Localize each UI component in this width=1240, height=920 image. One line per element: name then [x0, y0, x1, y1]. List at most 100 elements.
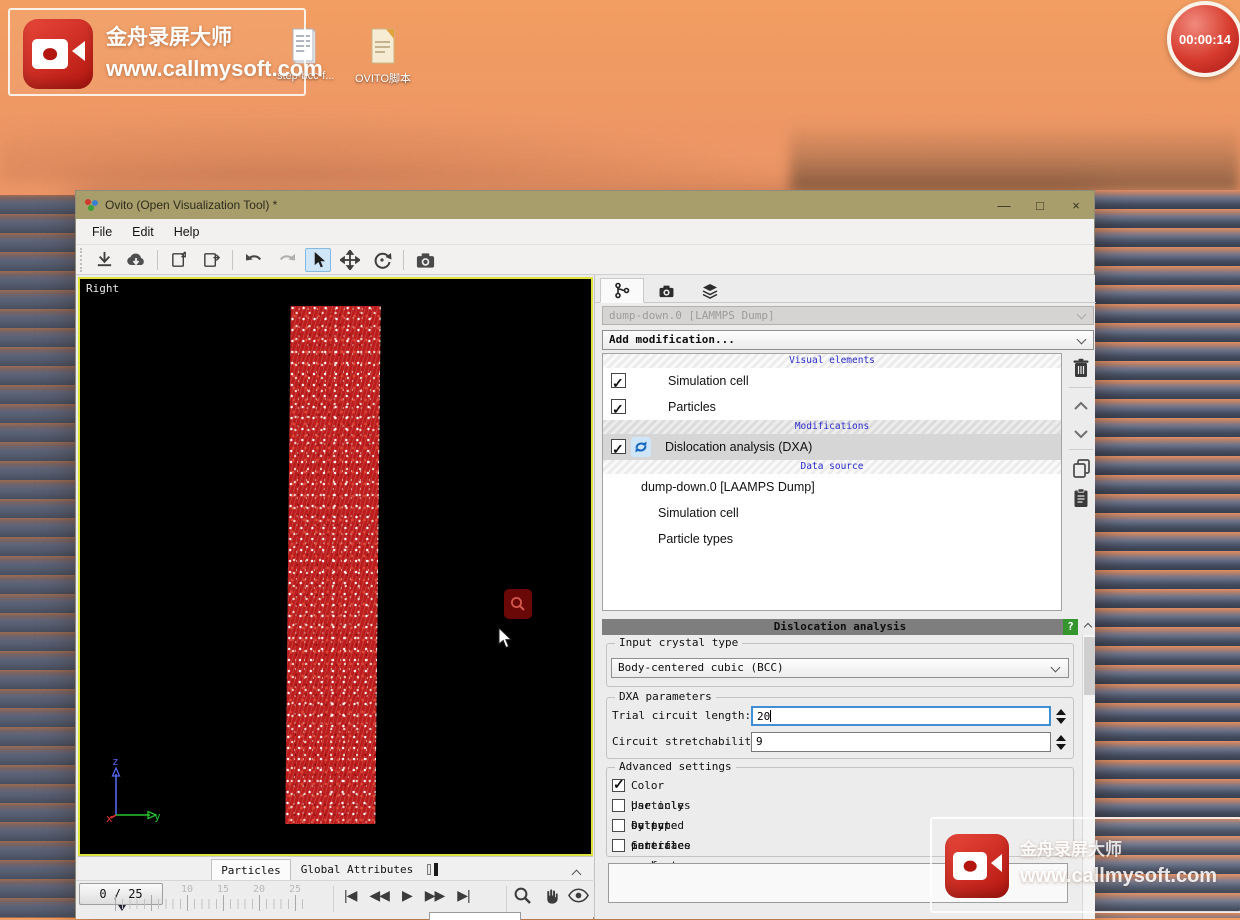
menu-edit[interactable]: Edit	[122, 225, 164, 239]
group-label: Input crystal type	[615, 636, 743, 649]
item-label: Simulation cell	[658, 506, 739, 520]
section-header-data-source: Data source	[603, 460, 1061, 474]
chevron-down-icon	[1074, 430, 1088, 439]
script-file-icon	[371, 28, 395, 64]
list-item-simulation-cell-source[interactable]: Simulation cell	[603, 500, 1061, 526]
add-modification-label: Add modification...	[609, 333, 735, 346]
add-modification-dropdown[interactable]: Add modification...	[602, 330, 1094, 350]
circuit-stretchability-spinner[interactable]	[1055, 732, 1066, 752]
minimize-button[interactable]: —	[986, 191, 1022, 219]
checkbox[interactable]	[612, 799, 625, 812]
recording-timer: 00:00:14	[1167, 1, 1240, 77]
dxa-parameters-group: DXA parameters Trial circuit length: 20 …	[606, 690, 1074, 759]
inspector-tab-particles[interactable]: Particles	[211, 859, 291, 881]
circuit-stretchability-input[interactable]: 9	[751, 732, 1051, 752]
camera-body	[32, 38, 69, 70]
snowy-trees-left	[0, 195, 77, 918]
eye-icon[interactable]	[568, 888, 589, 903]
scrollbar-thumb[interactable]	[1084, 637, 1095, 695]
properties-title: Dislocation analysis	[773, 620, 907, 633]
list-item-dump-file[interactable]: dump-down.0 [LAAMPS Dump]	[603, 474, 1061, 500]
watermark-url: www.callmysoft.com	[106, 56, 323, 81]
checkbox[interactable]	[611, 396, 626, 422]
move-up-button[interactable]	[1066, 393, 1096, 419]
item-label: Particle types	[658, 532, 734, 546]
tab-render[interactable]	[644, 278, 688, 303]
paste-button[interactable]	[1066, 485, 1096, 511]
section-header-modifications: Modifications	[603, 420, 1061, 434]
pipeline-selector-dropdown[interactable]: dump-down.0 [LAMMPS Dump]	[602, 306, 1094, 325]
axis-y-label: y	[154, 810, 161, 823]
chevron-up-icon	[1074, 401, 1088, 410]
pipeline-selector-value: dump-down.0 [LAMMPS Dump]	[609, 309, 775, 322]
help-button[interactable]: ?	[1063, 619, 1078, 635]
inspector-tab-global-attributes[interactable]: Global Attributes	[295, 859, 419, 881]
import-remote-file-icon[interactable]	[123, 248, 149, 272]
move-down-button[interactable]	[1066, 421, 1096, 447]
previous-frame-icon[interactable]: ◀◀	[369, 887, 390, 904]
list-item-particle-types[interactable]: Particle types	[603, 526, 1061, 552]
properties-header[interactable]: Dislocation analysis ?	[602, 619, 1078, 635]
camera-viewfinder	[72, 41, 86, 62]
save-state-icon[interactable]	[198, 248, 224, 272]
pipeline-branch-icon	[615, 282, 630, 299]
checkbox[interactable]	[611, 436, 626, 462]
render-viewport-camera-icon[interactable]	[412, 248, 438, 272]
trial-circuit-length-input[interactable]: 20	[751, 706, 1051, 726]
rotate-mode-icon[interactable]	[369, 248, 395, 272]
tab-pipeline[interactable]	[600, 278, 644, 303]
timeline-ruler-major-ticks[interactable]	[115, 895, 303, 911]
skip-to-start-icon[interactable]: |◀	[344, 887, 357, 904]
skip-to-end-icon[interactable]: ▶|	[457, 887, 470, 904]
text-caret	[770, 710, 772, 722]
checkbox[interactable]	[612, 776, 625, 793]
move-mode-icon[interactable]	[337, 248, 363, 272]
menu-file[interactable]: File	[82, 225, 122, 239]
redo-icon	[273, 248, 299, 272]
recorder-watermark-bottom: 金舟录屏大师 www.callmysoft.com	[930, 817, 1240, 913]
item-label: dump-down.0 [LAAMPS Dump]	[641, 480, 815, 494]
delete-modifier-button[interactable]	[1066, 355, 1096, 381]
camera-viewfinder	[990, 854, 1002, 873]
import-file-icon[interactable]	[91, 248, 117, 272]
recorder-logo-icon	[23, 19, 93, 89]
toolbar-separator	[157, 249, 158, 270]
checkbox[interactable]	[611, 370, 626, 396]
chevron-down-icon	[1050, 662, 1061, 673]
crystal-type-dropdown[interactable]: Body-centered cubic (BCC)	[611, 658, 1069, 678]
viewport-right[interactable]: Right z y x	[78, 277, 593, 856]
play-icon[interactable]: ▶	[402, 887, 413, 904]
maximize-button[interactable]: □	[1022, 191, 1058, 219]
list-item-particles[interactable]: Particles	[603, 394, 1061, 422]
viewport-label[interactable]: Right	[86, 282, 119, 295]
toolbar-drag-handle[interactable]	[80, 247, 84, 272]
desktop-icon-ovito-script[interactable]: OVITO脚本	[352, 28, 414, 90]
checkbox[interactable]	[612, 839, 625, 852]
checkbox[interactable]	[612, 819, 625, 832]
tab-overlays[interactable]	[688, 278, 732, 303]
trash-icon	[1073, 358, 1089, 377]
snowy-trees-right	[1095, 190, 1240, 918]
section-header-visual-elements: Visual elements	[603, 354, 1061, 368]
camera-lens-dot	[963, 860, 977, 872]
trial-circuit-length-spinner[interactable]	[1055, 706, 1066, 726]
copy-pipeline-button[interactable]	[1066, 455, 1096, 481]
toolbar-separator	[403, 249, 404, 270]
undo-icon[interactable]	[241, 248, 267, 272]
click-magnifier-indicator	[504, 589, 532, 619]
pan-hand-icon[interactable]	[541, 886, 559, 905]
select-mode-icon[interactable]	[305, 247, 331, 272]
inspector-expand-icon[interactable]	[571, 865, 583, 880]
frame-spinbox-partial[interactable]	[429, 912, 521, 920]
panel-scroll-up-button[interactable]	[1081, 619, 1095, 634]
menu-help[interactable]: Help	[164, 225, 210, 239]
list-item-dislocation-analysis[interactable]: Dislocation analysis (DXA)	[603, 434, 1061, 462]
inspector-bars-icon[interactable]	[427, 863, 441, 876]
title-bar[interactable]: Ovito (Open Visualization Tool) * — □ ×	[76, 191, 1094, 219]
clone-pipeline-icon[interactable]	[166, 248, 192, 272]
list-item-simulation-cell[interactable]: Simulation cell	[603, 368, 1061, 396]
next-frame-icon[interactable]: ▶▶	[425, 887, 446, 904]
zoom-icon[interactable]	[513, 886, 532, 905]
close-button[interactable]: ×	[1058, 191, 1094, 219]
camera-body	[953, 851, 987, 881]
